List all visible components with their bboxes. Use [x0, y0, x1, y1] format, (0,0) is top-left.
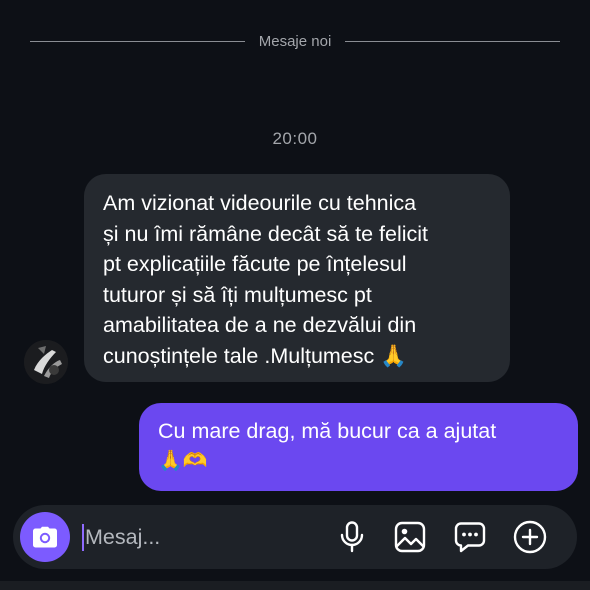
- more-options-button[interactable]: [511, 518, 549, 556]
- microphone-button[interactable]: [333, 518, 371, 556]
- incoming-message-line: și nu îmi rămâne decât să te felicit: [103, 221, 429, 246]
- incoming-message-line: pt explicațiile făcute pe înțelesul: [103, 252, 407, 276]
- incoming-message-line: amabilitatea de a ne dezvălui din: [103, 313, 417, 337]
- incoming-message-line: Am vizionat videourile cu tehnica: [103, 191, 417, 215]
- message-input[interactable]: [85, 519, 315, 555]
- outgoing-message-bubble[interactable]: Cu mare drag, mă bucur ca a ajutat 🙏🫶: [139, 403, 578, 491]
- microphone-icon: [340, 521, 364, 553]
- sticker-button[interactable]: [451, 518, 489, 556]
- plus-icon: [513, 520, 547, 554]
- camera-icon: [33, 526, 57, 548]
- incoming-message-bubble[interactable]: Am vizionat videourile cu tehnica și nu …: [84, 174, 510, 382]
- divider-line-left: [30, 40, 245, 42]
- outgoing-message-text: Cu mare drag, mă bucur ca a ajutat: [158, 419, 497, 443]
- new-messages-divider: Mesaje noi: [30, 31, 561, 51]
- text-cursor: [82, 524, 84, 551]
- sticker-icon: [454, 522, 486, 553]
- divider-line-right: [345, 40, 561, 42]
- outgoing-message-emojis: 🙏🫶: [158, 450, 208, 472]
- gallery-icon: [394, 521, 426, 553]
- message-composer: [13, 505, 577, 569]
- camera-button[interactable]: [20, 512, 70, 562]
- avatar[interactable]: [24, 340, 68, 384]
- avatar-image: [24, 340, 68, 384]
- incoming-message-line: cunoștințele tale .Mulțumesc 🙏: [103, 343, 408, 368]
- incoming-message-line: tuturor și să îți mulțumesc pt: [103, 282, 372, 307]
- message-timestamp: 20:00: [272, 129, 318, 148]
- gallery-button[interactable]: [391, 518, 429, 556]
- new-messages-label: Mesaje noi: [258, 32, 332, 50]
- bottom-bar: [0, 581, 590, 590]
- chat-screen: Mesaje noi 20:00 Am vizionat videourile …: [0, 0, 590, 590]
